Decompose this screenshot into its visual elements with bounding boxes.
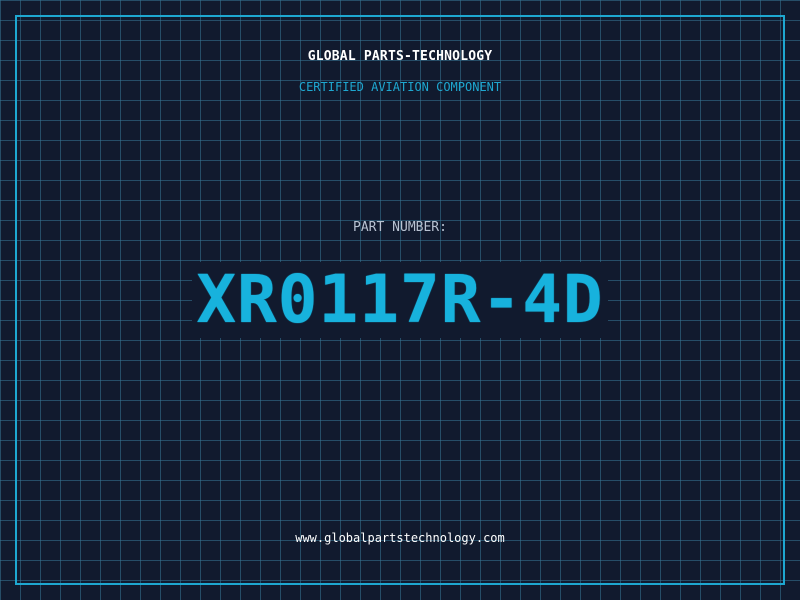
part-number-container: XR0117R-4D [0, 262, 800, 338]
website-url: www.globalpartstechnology.com [295, 531, 505, 545]
certification-subtitle: CERTIFIED AVIATION COMPONENT [298, 80, 502, 94]
part-number-value: XR0117R-4D [192, 262, 608, 338]
part-label-card: GLOBAL PARTS-TECHNOLOGY CERTIFIED AVIATI… [0, 0, 800, 600]
company-name: GLOBAL PARTS-TECHNOLOGY [307, 49, 493, 64]
part-number-label: PART NUMBER: [353, 220, 447, 235]
